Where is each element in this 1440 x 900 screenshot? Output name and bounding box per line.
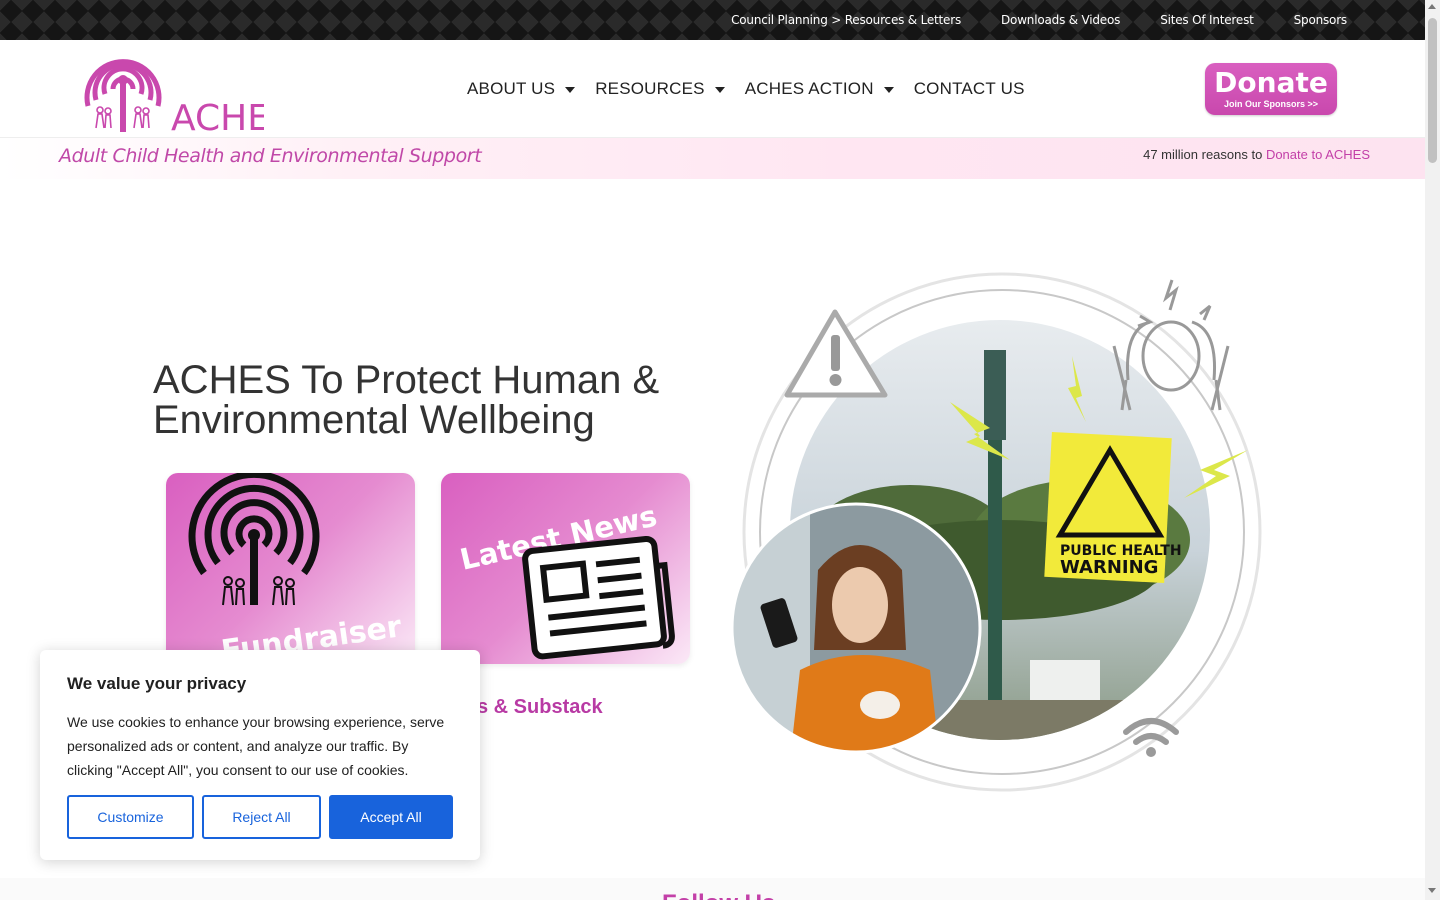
wifi-icon [1123, 718, 1179, 745]
top-nav: Council Planning > Resources & Letters D… [731, 0, 1347, 40]
latest-news-substack-link[interactable]: s & Substack [477, 696, 603, 719]
topnav-sites[interactable]: Sites Of Interest [1160, 13, 1254, 27]
svg-text:WARNING: WARNING [1060, 557, 1158, 578]
nav-contact-us[interactable]: CONTACT US [914, 79, 1025, 99]
newspaper-icon: Latest News [457, 499, 675, 660]
nav-aches-action-label: ACHES ACTION [744, 79, 874, 98]
main-nav: ABOUT US RESOURCES ACHES ACTION CONTACT … [467, 40, 1025, 138]
fundraiser-card-graphic: Fundraiser [188, 473, 404, 664]
nav-resources-label: RESOURCES [595, 79, 705, 98]
cookie-buttons: Customize Reject All Accept All [67, 795, 453, 839]
donate-to-aches-link[interactable]: Donate to ACHES [1266, 147, 1370, 162]
nav-about-us[interactable]: ABOUT US [467, 79, 576, 99]
nav-resources[interactable]: RESOURCES [595, 79, 725, 99]
chevron-down-icon [565, 87, 576, 93]
tagline: Adult Child Health and Environmental Sup… [59, 145, 482, 167]
nav-aches-action[interactable]: ACHES ACTION [745, 79, 894, 99]
hero-illustration: PUBLIC HEALTH WARNING [730, 270, 1270, 800]
topnav-downloads[interactable]: Downloads & Videos [1001, 13, 1120, 27]
donate-label: Donate [1214, 66, 1328, 99]
chevron-down-icon [714, 87, 725, 93]
donate-sublabel: Join Our Sponsors >> [1223, 99, 1319, 109]
page-scrollbar[interactable] [1425, 0, 1440, 900]
latest-news-card[interactable]: Latest News [441, 473, 690, 664]
customize-button[interactable]: Customize [67, 795, 194, 839]
chevron-down-icon [883, 87, 894, 93]
warning-triangle-icon [784, 309, 888, 398]
hero-title: ACHES To Protect Human & Environmental W… [153, 358, 660, 442]
scrollbar-thumb[interactable] [1428, 18, 1437, 163]
tagline-strip: Adult Child Health and Environmental Sup… [0, 138, 1425, 179]
site-header: ACHES ABOUT US RESOURCES ACHES ACTION CO… [0, 40, 1425, 139]
scroll-down-arrow-icon[interactable] [1428, 888, 1436, 893]
svg-text:ACHES: ACHES [171, 98, 264, 136]
reject-all-button[interactable]: Reject All [202, 795, 321, 839]
cookie-consent-modal: We value your privacy We use cookies to … [40, 650, 480, 860]
logo-tower-icon: ACHES [84, 59, 293, 139]
cookie-body: We use cookies to enhance your browsing … [67, 714, 445, 778]
donate-button[interactable]: Donate Join Our Sponsors >> [1205, 63, 1337, 115]
topnav-council-planning[interactable]: Council Planning > Resources & Letters [731, 13, 961, 27]
nav-about-us-label: ABOUT US [467, 79, 556, 98]
nav-contact-us-label: CONTACT US [913, 79, 1025, 98]
donate-reasons: 47 million reasons to Donate to ACHES [1143, 147, 1370, 162]
topnav-sponsors[interactable]: Sponsors [1294, 13, 1348, 27]
fundraiser-card[interactable]: Fundraiser [166, 473, 415, 664]
cookie-title: We value your privacy [67, 674, 247, 693]
scroll-up-arrow-icon[interactable] [1428, 4, 1436, 9]
aches-logo[interactable]: ACHES [74, 44, 293, 139]
follow-us-heading: Follow Us [662, 890, 775, 900]
reasons-text: 47 million reasons to [1143, 147, 1266, 162]
top-bar: Council Planning > Resources & Letters D… [0, 0, 1425, 40]
accept-all-button[interactable]: Accept All [329, 795, 453, 839]
public-health-warning-sign: PUBLIC HEALTH WARNING [1044, 431, 1182, 584]
